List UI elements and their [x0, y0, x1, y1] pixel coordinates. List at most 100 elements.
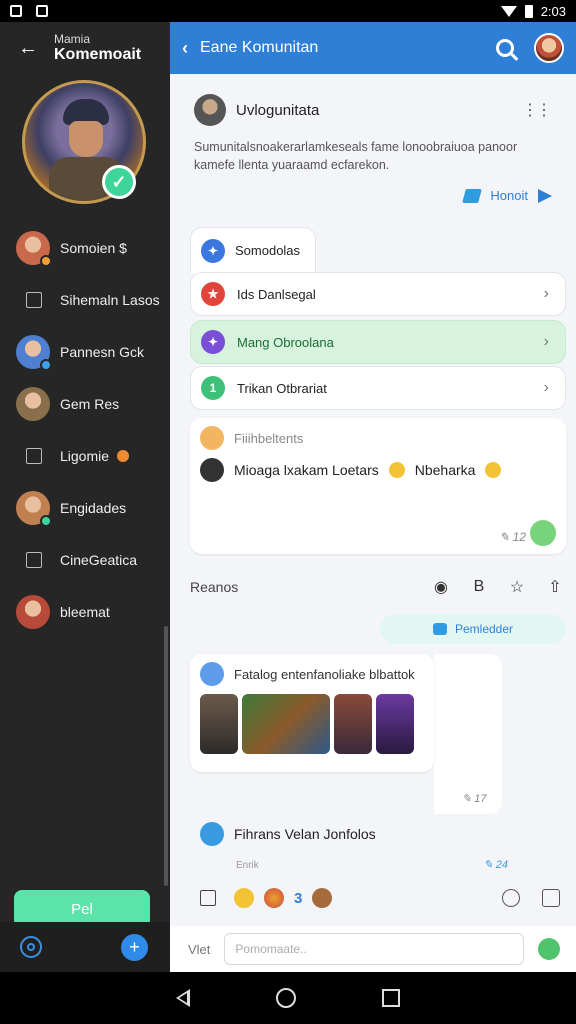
emoji-icon[interactable] — [234, 888, 254, 908]
drawer-scrollbar[interactable] — [164, 626, 168, 886]
star-icon: ✦ — [201, 238, 225, 263]
intro-link-label: Honoit — [490, 188, 528, 203]
drawer-subtitle: Mamia — [54, 31, 91, 46]
menu-row[interactable]: 1 Trikan Otbrariat › — [190, 366, 566, 410]
edit-icon[interactable] — [200, 890, 216, 906]
smile-emoji-icon — [485, 462, 502, 478]
send-button[interactable] — [538, 938, 561, 960]
drawer-item-avatar — [16, 491, 52, 527]
drawer-item[interactable]: Somoien $ — [0, 222, 170, 274]
chevron-right-icon: › — [543, 333, 549, 350]
emoji-picker-icon[interactable] — [502, 889, 520, 907]
verified-check-icon: ✓ — [102, 165, 136, 199]
menu-row[interactable]: ✯ Ids Danlsegal › — [190, 272, 566, 316]
back-arrow-icon[interactable]: ← — [18, 37, 38, 60]
group-icon — [200, 426, 224, 450]
post-header: Fiiihbeltents — [200, 426, 303, 450]
user-avatar[interactable] — [534, 33, 564, 63]
drawer-item[interactable]: Gem Res — [0, 378, 170, 430]
media-post-meta: ✎ 17 — [462, 793, 487, 805]
drawer-item[interactable]: CineGeatica — [0, 534, 170, 586]
media-post-title: Fatalog entenfanoliake blbattok — [234, 666, 415, 682]
post-meta: ✎ 12 — [499, 530, 526, 544]
eye-icon[interactable]: ◉ — [430, 576, 452, 598]
drawer-item[interactable]: Ligomie — [0, 430, 170, 482]
drawer-item[interactable]: Pannesn Gck — [0, 326, 170, 378]
post-meta-count: 12 — [512, 530, 526, 544]
send-icon — [538, 188, 552, 203]
drawer-item[interactable]: bleemat — [0, 586, 170, 638]
drawer-item[interactable]: Sihemaln Lasos — [0, 274, 170, 326]
drawer-item-icon — [26, 552, 42, 568]
message-input[interactable] — [224, 933, 525, 965]
post-card[interactable]: Fiiihbeltents Mioaga lxakam Loetars Nbeh… — [190, 418, 566, 554]
reply-meta: ✎ 24 — [483, 859, 508, 871]
add-button[interactable]: + — [121, 934, 148, 961]
author-avatar[interactable] — [200, 458, 224, 482]
post-body: Mioaga lxakam Loetars Nbeharka — [200, 458, 502, 482]
nav-home-icon[interactable] — [276, 988, 296, 1008]
drawer-item-icon — [26, 292, 42, 308]
emoji-icon[interactable] — [264, 888, 284, 908]
more-options-icon[interactable]: ⋮⋮ — [522, 100, 552, 120]
reply-post[interactable]: Fihrans Velan Jonfolos Enrik ✎ 24 — [190, 820, 566, 878]
tab-label: Somodolas — [235, 243, 301, 258]
post-text-tail: Nbeharka — [414, 462, 476, 478]
emoji-icon[interactable] — [312, 888, 333, 908]
reaction-bar: 3 — [190, 880, 566, 916]
app-bar: ‹ Eane Komunitan — [170, 22, 576, 74]
reply-header: Fihrans Velan Jonfolos — [200, 822, 376, 846]
star-outline-icon[interactable]: ☆ — [506, 576, 528, 598]
thumbnail[interactable] — [334, 694, 372, 754]
status-bar: 2:03 — [0, 0, 576, 22]
menu-row[interactable]: ✦ Mang Obroolana › — [190, 320, 566, 364]
target-icon[interactable] — [20, 936, 42, 958]
post-text: Mioaga lxakam Loetars — [234, 462, 379, 478]
drawer-bottom-bar: + — [0, 922, 170, 972]
drawer-item-avatar — [16, 335, 52, 371]
section-header: Reanos ◉ B ☆ ⇧ — [190, 570, 566, 604]
side-drawer: ← Mamia Komemoait ✓ Somoien $ Sihemaln La… — [0, 22, 170, 972]
drawer-item-avatar — [16, 387, 50, 421]
attach-icon[interactable] — [542, 889, 560, 907]
menu-row-label: Trikan Otbrariat — [237, 380, 327, 396]
thumbnail[interactable] — [242, 694, 330, 754]
notification-icon — [10, 5, 22, 17]
media-post-card[interactable]: Fatalog entenfanoliake blbattok — [190, 654, 434, 772]
community-intro: Uvlogunitata ⋮⋮ Sumunitalsnoakerarlamkes… — [190, 88, 566, 220]
search-icon[interactable] — [496, 39, 514, 57]
system-nav-bar — [0, 972, 576, 1024]
clock: 2:03 — [540, 3, 566, 19]
drawer-item[interactable]: Engidades — [0, 482, 170, 534]
tab-active[interactable]: ✦ Somodolas — [190, 227, 316, 273]
community-description: Sumunitalsnoakerarlamkeseals fame lonoob… — [194, 140, 518, 173]
nav-back-icon[interactable] — [176, 989, 190, 1007]
reply-subtitle: Enrik — [236, 860, 259, 871]
post-card-side — [434, 654, 502, 814]
drawer-header: ← Mamia Komemoait — [0, 22, 170, 74]
like-button[interactable] — [530, 520, 556, 546]
app-notification-icon — [36, 5, 48, 17]
nav-recents-icon[interactable] — [382, 989, 400, 1007]
drawer-item-label: Pannesn Gck — [60, 344, 145, 360]
drawer-item-label: bleemat — [60, 604, 110, 620]
drawer-item-icon — [26, 448, 42, 464]
smile-emoji-icon — [388, 462, 405, 478]
thumbnail[interactable] — [376, 694, 414, 754]
page-title: Eane Komunitan — [200, 39, 319, 56]
community-avatar[interactable] — [194, 94, 226, 126]
thumbnail[interactable] — [200, 694, 238, 754]
pill-button[interactable]: Pemledder — [380, 614, 566, 644]
share-icon[interactable]: ⇧ — [544, 576, 566, 598]
reply-meta-count: 24 — [495, 859, 508, 871]
back-icon[interactable]: ‹ — [182, 38, 188, 59]
bold-icon[interactable]: B — [468, 576, 490, 598]
reaction-count: 3 — [294, 889, 303, 907]
pill-label: Pemledder — [454, 622, 514, 636]
intro-link[interactable]: Honoit — [462, 188, 552, 203]
menu-row-icon: ✯ — [201, 282, 225, 306]
tag-icon — [462, 188, 483, 203]
drawer-menu: Somoien $ Sihemaln Lasos Pannesn Gck Gem Re… — [0, 222, 170, 638]
media-post-header: Fatalog entenfanoliake blbattok — [200, 662, 415, 686]
drawer-item-label: Sihemaln Lasos — [60, 292, 160, 308]
